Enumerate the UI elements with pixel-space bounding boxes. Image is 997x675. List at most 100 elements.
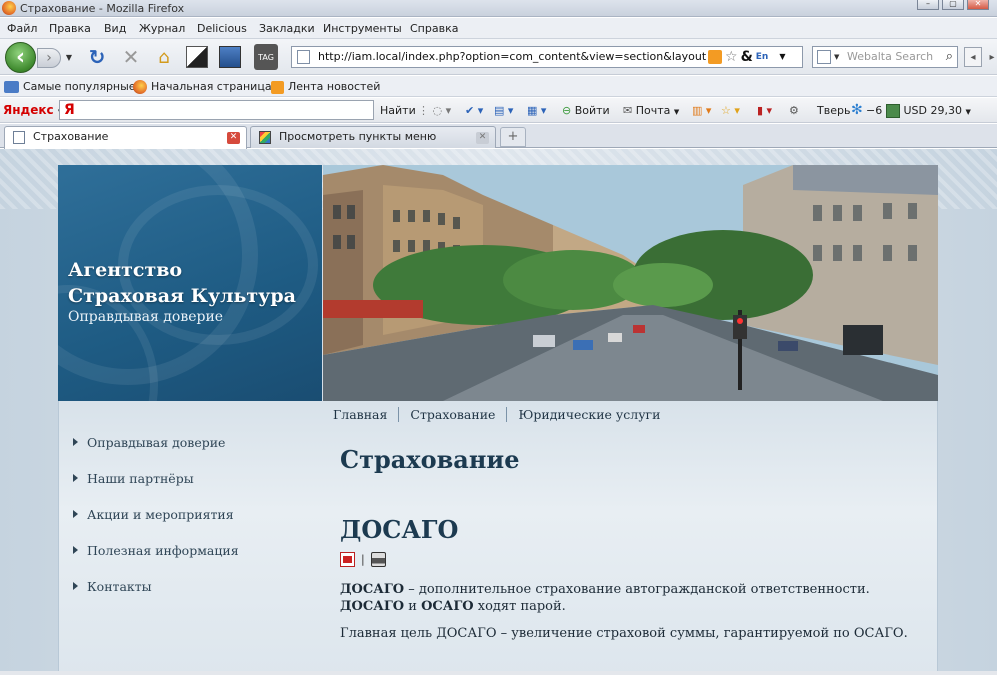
nav-home[interactable]: Главная (333, 407, 398, 422)
menu-bookmarks[interactable]: Закладки (259, 18, 315, 39)
nav-insurance[interactable]: Страхование (398, 406, 506, 422)
reload-icon[interactable]: ↻ (86, 45, 108, 69)
article-paragraph-1: ДОСАГО – дополнительное страхование авто… (340, 581, 924, 615)
term-osago: ОСАГО (421, 599, 474, 614)
menu-tools[interactable]: Инструменты (323, 18, 402, 39)
yandex-find-button[interactable]: Найти (380, 98, 416, 123)
weather-temperature: −6 (866, 104, 883, 117)
menu-history[interactable]: Журнал (139, 18, 185, 39)
text-span: – дополнительное страхование автограждан… (404, 582, 870, 597)
bookmarks-yandex-icon[interactable]: ▦ ▾ (527, 98, 546, 123)
print-icon[interactable] (370, 551, 386, 567)
page-icon (297, 50, 310, 64)
bookmark-start-page[interactable]: Начальная страница (133, 76, 272, 97)
text-span: и (404, 599, 422, 614)
yandex-input-text: Я (64, 102, 75, 118)
widget-icon[interactable]: ▮ ▾ (757, 98, 772, 123)
weather-city[interactable]: Тверь (817, 98, 850, 123)
menu-file[interactable]: Файл (7, 18, 37, 39)
stop-icon[interactable]: ✕ (120, 45, 142, 69)
section-title: Страхование (340, 445, 520, 474)
window-icon[interactable] (219, 46, 241, 68)
home-icon[interactable]: ⌂ (153, 46, 175, 68)
new-tab-button[interactable]: + (500, 127, 526, 147)
search-icon[interactable]: ⌕ (946, 47, 953, 67)
article-heading[interactable]: ДОСАГО (340, 515, 924, 547)
speech-bubble-icon[interactable]: ⋮ ◌ ▾ (418, 98, 451, 123)
bookmark-most-visited[interactable]: Самые популярные (4, 76, 136, 97)
sidebar-toggle-icon[interactable]: ◂ (964, 47, 982, 67)
status-bar (0, 671, 997, 675)
text-span: ходят парой. (473, 599, 566, 614)
site-name[interactable]: Агентство Страховая Культура (68, 257, 296, 309)
side-menu-item-partners[interactable]: Наши партнёры (73, 471, 303, 507)
screenshot-icon[interactable] (186, 46, 208, 68)
tag-icon[interactable]: TAG (254, 44, 278, 70)
yandex-search-input[interactable]: Я (59, 100, 374, 120)
tab-label: Страхование (33, 130, 109, 143)
bookmark-news-feed[interactable]: Лента новостей (271, 76, 380, 97)
joomla-icon (259, 131, 271, 144)
bookmark-label: Начальная страница (151, 80, 272, 93)
side-menu-item-trust[interactable]: Оправдывая доверие (73, 435, 303, 471)
favorites-star-icon[interactable]: ☆ ▾ (721, 98, 740, 123)
menu-help[interactable]: Справка (410, 18, 458, 39)
search-placeholder: Webalta Search (847, 50, 934, 63)
term-dosago: ДОСАГО (340, 599, 405, 614)
side-menu-item-contacts[interactable]: Контакты (73, 579, 303, 615)
separator: | (361, 552, 365, 566)
yandex-logo[interactable]: Яндекс ▼ (3, 98, 63, 125)
cards-icon[interactable]: ▥ ▾ (692, 98, 711, 123)
bookmark-folder-icon (4, 81, 19, 93)
rss-icon[interactable] (708, 50, 722, 64)
currency-rate: USD 29,30 (903, 104, 963, 117)
menu-edit[interactable]: Правка (49, 18, 91, 39)
side-menu-item-promotions[interactable]: Акции и мероприятия (73, 507, 303, 543)
back-button[interactable]: ‹ (5, 42, 36, 73)
address-bar[interactable]: http://iam.local/index.php?option=com_co… (291, 46, 803, 68)
search-engine-icon[interactable] (817, 50, 831, 64)
page-icon (13, 131, 25, 144)
pdf-icon[interactable] (340, 551, 355, 567)
search-engine-dropdown-icon[interactable]: ▼ (834, 47, 839, 67)
currency-chart-icon (886, 104, 900, 118)
top-navigation: Главная Страхование Юридические услуги (333, 405, 671, 423)
tab-label: Просмотреть пункты меню (279, 130, 437, 143)
url-dropdown-icon[interactable]: ▼ (779, 47, 785, 67)
window-title: Страхование - Mozilla Firefox (20, 2, 185, 15)
yandex-login[interactable]: ⊖ Войти (562, 98, 610, 123)
menu-view[interactable]: Вид (104, 18, 126, 39)
close-tab-icon[interactable]: ✕ (227, 132, 240, 144)
window-titlebar: Страхование - Mozilla Firefox – ▢ ✕ (0, 0, 997, 17)
search-box[interactable]: ▼ Webalta Search ⌕ (812, 46, 958, 68)
arrow-right-icon (73, 474, 78, 482)
bookmark-star-icon[interactable]: ☆ (725, 47, 738, 67)
side-menu-item-useful-info[interactable]: Полезная информация (73, 543, 303, 579)
firefox-icon (2, 1, 16, 15)
settings-gear-icon[interactable]: ⚙ (789, 98, 799, 123)
tab-menu-items[interactable]: Просмотреть пункты меню ✕ (250, 126, 496, 148)
firefox-small-icon (133, 80, 147, 94)
bookmarks-toolbar: Самые популярные Начальная страница Лент… (0, 76, 997, 97)
nav-legal-services[interactable]: Юридические услуги (506, 406, 671, 422)
snowflake-icon: ✻ (851, 102, 863, 118)
minimize-button[interactable]: – (917, 0, 939, 10)
delicious-ampersand-icon[interactable]: & (741, 47, 753, 67)
tab-insurance[interactable]: Страхование ✕ (4, 126, 247, 149)
language-icon[interactable]: En (756, 47, 769, 67)
forward-button[interactable]: › (37, 48, 61, 68)
close-window-button[interactable]: ✕ (967, 0, 989, 10)
spellcheck-icon[interactable]: ✔ ▾ (465, 98, 483, 123)
history-dropdown-icon[interactable]: ▼ (64, 50, 74, 64)
currency-widget[interactable]: USD 29,30 ▼ (886, 98, 971, 125)
maximize-button[interactable]: ▢ (942, 0, 964, 10)
arrow-right-icon (73, 582, 78, 590)
menu-delicious[interactable]: Delicious (197, 18, 247, 39)
translate-icon[interactable]: ▤ ▾ (494, 98, 513, 123)
bookmark-label: Лента новостей (288, 80, 381, 93)
extra-icon[interactable]: ▸ (987, 47, 997, 67)
city-street-illustration (323, 165, 938, 401)
close-tab-icon[interactable]: ✕ (476, 132, 489, 144)
yandex-mail[interactable]: ✉ Почта ▼ (623, 98, 679, 125)
header-city-photo (323, 165, 938, 401)
